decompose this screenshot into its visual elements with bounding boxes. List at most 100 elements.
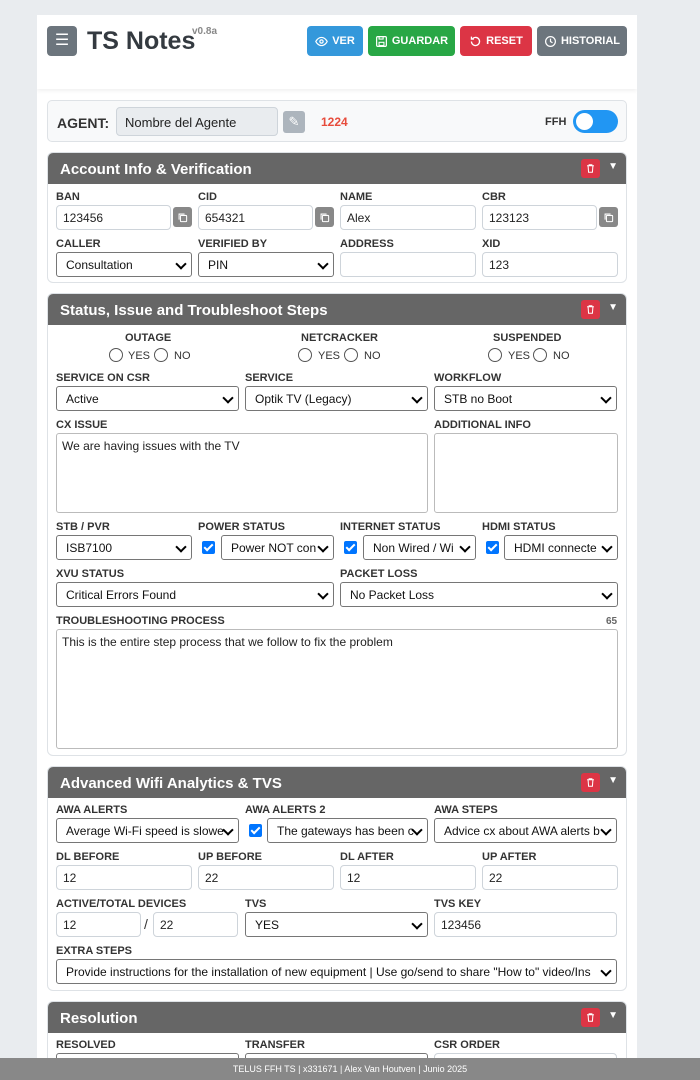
dl-before-input[interactable]: 12 (56, 865, 192, 890)
verified-label: VERIFIED BY (198, 238, 268, 250)
copy-icon[interactable] (173, 207, 192, 227)
extra-steps-label: EXTRA STEPS (56, 945, 132, 957)
awa-alerts-select[interactable]: Average Wi-Fi speed is slowe (56, 818, 239, 843)
suspended-yes-label: YES (508, 350, 531, 362)
additional-textarea[interactable] (434, 433, 618, 513)
power-checkbox[interactable] (202, 541, 215, 554)
name-input[interactable]: Alex (340, 205, 476, 230)
resolution-header[interactable]: Resolution ▼ (48, 1002, 626, 1033)
outage-no-radio[interactable] (154, 348, 168, 362)
hdmi-checkbox[interactable] (486, 541, 499, 554)
up-before-input[interactable]: 22 (198, 865, 334, 890)
workflow-select[interactable]: STB no Boot (434, 386, 617, 411)
app-container: ☰ TS Notes v0.8a VER GUARDAR RESET HISTO… (37, 15, 637, 1060)
dl-after-input[interactable]: 12 (340, 865, 476, 890)
verified-select[interactable]: PIN (198, 252, 334, 277)
up-after-input[interactable]: 22 (482, 865, 618, 890)
account-header[interactable]: Account Info & Verification ▼ (48, 153, 626, 184)
copy-icon[interactable] (599, 207, 618, 227)
resolved-label: RESOLVED (56, 1039, 116, 1051)
hdmi-select[interactable]: HDMI connecte (504, 535, 618, 560)
caller-select[interactable]: Consultation (56, 252, 192, 277)
version-label: v0.8a (192, 26, 218, 37)
outage-yes-radio[interactable] (109, 348, 123, 362)
collapse-icon[interactable]: ▼ (608, 302, 618, 313)
address-label: ADDRESS (340, 238, 394, 250)
internet-label: INTERNET STATUS (340, 521, 441, 533)
awa-steps-select[interactable]: Advice cx about AWA alerts b (434, 818, 617, 843)
stb-select[interactable]: ISB7100 (56, 535, 192, 560)
footer: TELUS FFH TS | x331671 | Alex Van Houtve… (0, 1058, 700, 1080)
account-title: Account Info & Verification (60, 161, 252, 178)
netcracker-yes-radio[interactable] (298, 348, 312, 362)
menu-icon[interactable]: ☰ (47, 26, 77, 56)
service-csr-label: SERVICE ON CSR (56, 372, 150, 384)
cid-input[interactable]: 654321 (198, 205, 313, 230)
collapse-icon[interactable]: ▼ (608, 1010, 618, 1021)
suspended-yes-radio[interactable] (488, 348, 502, 362)
address-input[interactable] (340, 252, 476, 277)
internet-select[interactable]: Non Wired / Wi (363, 535, 476, 560)
ffh-toggle[interactable] (573, 110, 618, 133)
cid-label: CID (198, 191, 217, 203)
dl-after-label: DL AFTER (340, 851, 394, 863)
suspended-no-radio[interactable] (533, 348, 547, 362)
agent-code: 1224 (321, 115, 348, 129)
stb-label: STB / PVR (56, 521, 110, 533)
xid-input[interactable]: 123 (482, 252, 618, 277)
reset-icon (470, 36, 481, 46)
internet-checkbox[interactable] (344, 541, 357, 554)
awa-steps-label: AWA STEPS (434, 804, 498, 816)
cx-issue-label: CX ISSUE (56, 419, 108, 431)
up-before-label: UP BEFORE (198, 851, 262, 863)
trash-icon[interactable] (581, 773, 600, 792)
xid-label: XID (482, 238, 501, 250)
packet-select[interactable]: No Packet Loss (340, 582, 618, 607)
extra-steps-select[interactable]: Provide instructions for the installatio… (56, 959, 617, 984)
agent-name-input[interactable]: Nombre del Agente (116, 107, 278, 136)
ver-label: VER (332, 35, 355, 47)
wifi-header[interactable]: Advanced Wifi Analytics & TVS ▼ (48, 767, 626, 798)
top-bar: ☰ TS Notes v0.8a VER GUARDAR RESET HISTO… (37, 15, 637, 89)
devices-separator: / (144, 916, 148, 932)
status-section: Status, Issue and Troubleshoot Steps ▼ O… (47, 293, 627, 756)
collapse-icon[interactable]: ▼ (608, 775, 618, 786)
devices-label: ACTIVE/TOTAL DEVICES (56, 898, 187, 910)
reset-button[interactable]: RESET (460, 26, 532, 56)
service-select[interactable]: Optik TV (Legacy) (245, 386, 428, 411)
agent-label: AGENT: (57, 115, 110, 131)
char-count: 65 (606, 616, 618, 627)
ver-button[interactable]: VER (307, 26, 363, 56)
pencil-icon[interactable]: ✎ (283, 111, 305, 133)
awa-alerts2-select[interactable]: The gateways has been c (267, 818, 428, 843)
total-devices-input[interactable]: 22 (153, 912, 238, 937)
active-devices-input[interactable]: 12 (56, 912, 141, 937)
trash-icon[interactable] (581, 300, 600, 319)
outage-no-label: NO (174, 350, 191, 362)
process-textarea[interactable]: This is the entire step process that we … (56, 629, 618, 749)
netcracker-no-radio[interactable] (344, 348, 358, 362)
workflow-label: WORKFLOW (434, 372, 502, 384)
tvs-key-input[interactable]: 123456 (434, 912, 617, 937)
ban-input[interactable]: 123456 (56, 205, 171, 230)
power-select[interactable]: Power NOT con (221, 535, 334, 560)
trash-icon[interactable] (581, 1008, 600, 1027)
process-label: TROUBLESHOOTING PROCESS (56, 615, 225, 627)
save-button[interactable]: GUARDAR (368, 26, 455, 56)
copy-icon[interactable] (315, 207, 334, 227)
collapse-icon[interactable]: ▼ (608, 161, 618, 172)
outage-label: OUTAGE (125, 332, 172, 344)
awa-alerts2-checkbox[interactable] (249, 824, 262, 837)
status-header[interactable]: Status, Issue and Troubleshoot Steps ▼ (48, 294, 626, 325)
xvu-select[interactable]: Critical Errors Found (56, 582, 334, 607)
history-button[interactable]: HISTORIAL (537, 26, 627, 56)
transfer-label: TRANSFER (245, 1039, 305, 1051)
tvs-select[interactable]: YES (245, 912, 428, 937)
packet-label: PACKET LOSS (340, 568, 418, 580)
save-icon (375, 35, 387, 47)
cx-issue-textarea[interactable]: We are having issues with the TV (56, 433, 428, 513)
cbr-input[interactable]: 123123 (482, 205, 597, 230)
service-csr-select[interactable]: Active (56, 386, 239, 411)
tvs-label: TVS (245, 898, 267, 910)
trash-icon[interactable] (581, 159, 600, 178)
